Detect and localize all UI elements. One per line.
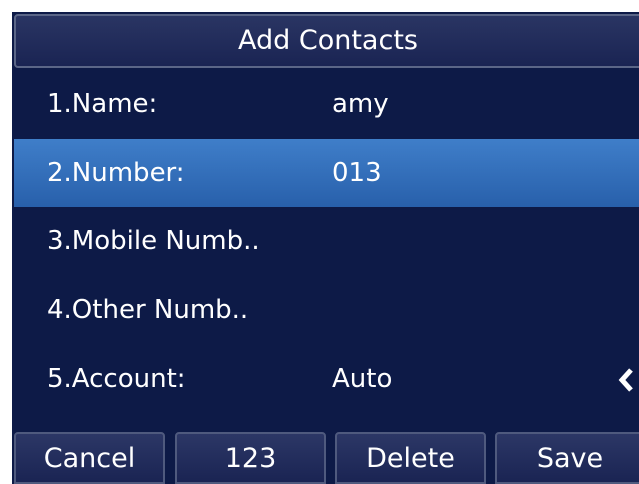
page-title: Add Contacts [238,25,418,56]
field-name-value[interactable]: amy [332,70,389,138]
save-button[interactable]: Save [495,432,639,484]
left-right-arrows-icon[interactable] [614,365,639,395]
field-name[interactable]: 1.Name: amy [14,70,639,139]
delete-button[interactable]: Delete [335,432,486,484]
field-mobile-number[interactable]: 3.Mobile Numb.. [14,207,639,276]
screen-border-left [0,0,12,484]
input-mode-button[interactable]: 123 [175,432,326,484]
field-number[interactable]: 2.Number: 013 [14,139,639,207]
field-other-number-label: 4.Other Numb.. [47,295,249,325]
title-bar: Add Contacts [14,14,639,68]
field-other-number[interactable]: 4.Other Numb.. [14,276,639,345]
phone-screen: Add Contacts 1.Name: amy 2.Number: 013 3… [0,0,639,484]
softkey-bar: Cancel 123 Delete Save [14,432,639,484]
cancel-button[interactable]: Cancel [14,432,165,484]
field-name-label: 1.Name: [47,89,158,119]
field-number-label: 2.Number: [47,158,185,188]
field-account-value[interactable]: Auto [332,345,392,413]
contact-form: 1.Name: amy 2.Number: 013 3.Mobile Numb.… [14,70,639,414]
screen-border-top [0,0,639,12]
field-number-value[interactable]: 013 [332,139,382,207]
field-account[interactable]: 5.Account: Auto [14,345,639,414]
field-mobile-number-label: 3.Mobile Numb.. [47,226,260,256]
field-account-label: 5.Account: [47,364,186,394]
